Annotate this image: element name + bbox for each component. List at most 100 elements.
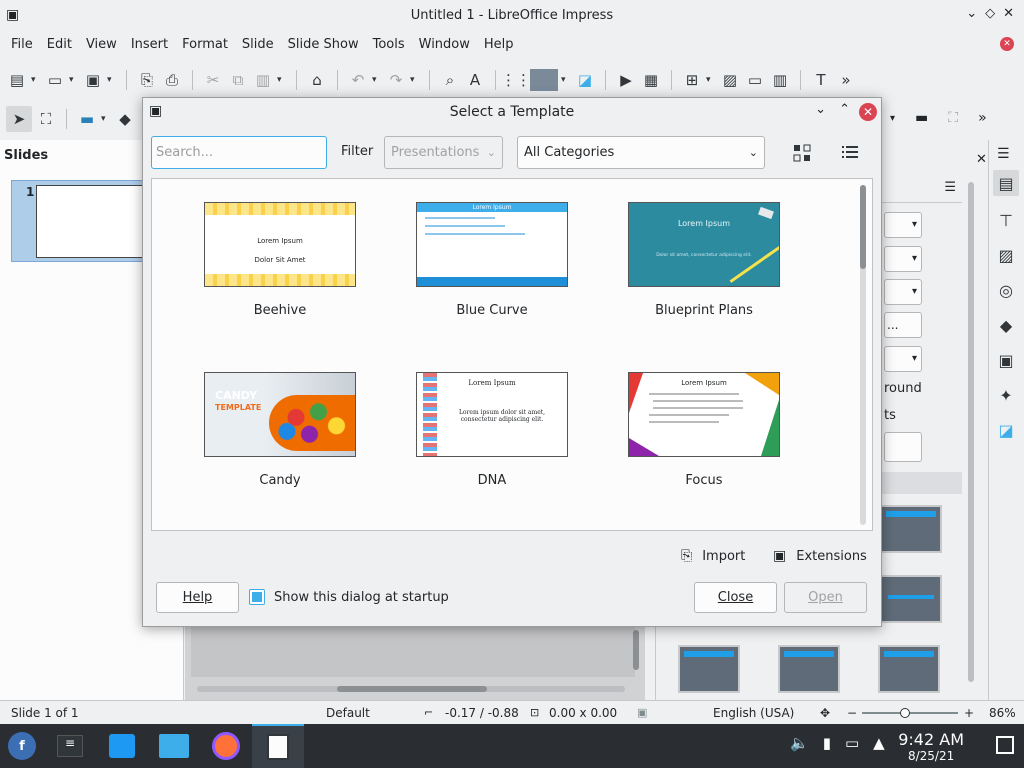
dialog-close-icon[interactable]: ✕	[859, 103, 877, 121]
template-beehive[interactable]: Lorem Ipsum Dolor Sit Amet Beehive	[204, 202, 356, 318]
dropdown-icon[interactable]: ▾	[890, 113, 895, 124]
menu-tools[interactable]: Tools	[366, 37, 412, 52]
impress-task-icon[interactable]	[252, 724, 304, 768]
spelling-icon[interactable]: A	[464, 69, 486, 91]
menu-insert[interactable]: Insert	[124, 37, 175, 52]
gallery-icon[interactable]: ▨	[995, 244, 1017, 266]
help-button[interactable]: Help	[156, 582, 239, 613]
table-icon[interactable]: ⊞	[681, 69, 703, 91]
save-status-icon: ▣	[637, 706, 648, 719]
properties-tab-icon[interactable]: ▤	[993, 170, 1019, 196]
filter-dropdown[interactable]: Presentations ⌄	[384, 136, 503, 169]
start-slideshow-icon[interactable]: ▶	[615, 69, 637, 91]
open-icon[interactable]: ▭	[44, 69, 66, 91]
zoom-out-icon[interactable]: −	[847, 706, 857, 720]
template-blueprint-plans[interactable]: Lorem Ipsum Dolor sit amet, consectetur …	[628, 202, 780, 318]
navigator-icon[interactable]: ◎	[995, 279, 1017, 301]
show-desktop-icon[interactable]	[996, 736, 1014, 754]
slide-layout-icon[interactable]	[530, 69, 558, 91]
export-pdf-icon[interactable]: ⎘	[136, 69, 158, 91]
window-title: Untitled 1 - LibreOffice Impress	[410, 7, 614, 23]
media-icon[interactable]: ▭	[744, 69, 766, 91]
settings-app-icon[interactable]: ≡	[44, 724, 96, 768]
list-view-icon[interactable]	[839, 142, 861, 164]
comment-tab-icon[interactable]: ◪	[995, 419, 1017, 441]
more-toolbar-icon[interactable]: »	[835, 69, 857, 91]
menu-help[interactable]: Help	[477, 37, 521, 52]
shadow-icon[interactable]: ▬	[915, 110, 928, 126]
fit-slide-icon[interactable]: ✥	[820, 706, 830, 720]
presenter-icon[interactable]: ▦	[640, 69, 662, 91]
files-app-icon[interactable]	[148, 724, 200, 768]
extensions-button[interactable]: ▣ Extensions	[773, 548, 867, 564]
crop-icon[interactable]: ⛶	[948, 110, 958, 126]
image-icon[interactable]: ▨	[719, 69, 741, 91]
template-blue-curve[interactable]: Lorem Ipsum Blue Curve	[416, 202, 568, 318]
network-icon[interactable]: ▭	[845, 734, 859, 752]
category-dropdown[interactable]: All Categories ⌄	[517, 136, 765, 169]
menu-file[interactable]: File	[4, 37, 40, 52]
slide-thumbnail[interactable]: 1	[11, 180, 151, 262]
discover-app-icon[interactable]	[96, 724, 148, 768]
import-button[interactable]: ⎘ Import	[681, 548, 745, 564]
template-name: Blueprint Plans	[655, 303, 753, 318]
dialog-maximize-icon[interactable]: ⌃	[839, 102, 850, 117]
startup-checkbox[interactable]	[249, 589, 265, 605]
sidebar-menu-icon[interactable]: ☰	[997, 146, 1010, 162]
template-candy[interactable]: CANDY TEMPLATE Candy	[204, 372, 356, 488]
line-color-icon[interactable]: ▬	[76, 108, 98, 130]
chart-icon[interactable]: ▥	[769, 69, 791, 91]
slide-transition-icon[interactable]: ⊤	[995, 209, 1017, 231]
usb-icon[interactable]: ▮	[823, 734, 831, 752]
menu-format[interactable]: Format	[175, 37, 235, 52]
find-icon[interactable]: ⌕	[439, 69, 461, 91]
launcher-icon[interactable]: f	[0, 724, 44, 768]
grid-icon[interactable]: ⋮⋮	[501, 69, 531, 91]
search-input[interactable]	[151, 136, 327, 169]
template-thumbnail: CANDY TEMPLATE	[204, 372, 356, 457]
comment-icon[interactable]: ◪	[574, 69, 596, 91]
new-icon[interactable]: ▤	[6, 69, 28, 91]
clock[interactable]: 9:42 AM 8/25/21	[898, 730, 964, 763]
styles-icon[interactable]: ◆	[995, 314, 1017, 336]
minimize-icon[interactable]: ⌄	[966, 6, 977, 21]
cut-icon[interactable]: ✂	[202, 69, 224, 91]
save-icon[interactable]: ▣	[82, 69, 104, 91]
template-focus[interactable]: Lorem Ipsum Focus	[628, 372, 780, 488]
fill-color-icon[interactable]: ◆	[114, 108, 136, 130]
keep-above-icon[interactable]: ◇	[985, 6, 995, 21]
undo-icon[interactable]: ↶	[347, 69, 369, 91]
redo-icon[interactable]: ↷	[385, 69, 407, 91]
open-button[interactable]: Open	[784, 582, 867, 613]
more-drawing-icon[interactable]: »	[978, 110, 987, 126]
animation-icon[interactable]: ✦	[995, 384, 1017, 406]
menu-view[interactable]: View	[79, 37, 124, 52]
zoom-slider[interactable]	[862, 708, 958, 718]
clone-formatting-icon[interactable]: ⌂	[306, 69, 328, 91]
zoom-in-icon[interactable]: +	[964, 706, 974, 720]
master-slides-icon[interactable]: ▣	[995, 349, 1017, 371]
thumbnail-view-icon[interactable]	[791, 142, 813, 164]
menu-slide[interactable]: Slide	[235, 37, 281, 52]
template-dna[interactable]: Lorem Ipsum Lorem ipsum dolor sit amet, …	[416, 372, 568, 488]
textbox-icon[interactable]: T	[810, 69, 832, 91]
menu-edit[interactable]: Edit	[40, 37, 79, 52]
firefox-app-icon[interactable]	[200, 724, 252, 768]
menu-window[interactable]: Window	[412, 37, 477, 52]
dialog-minimize-icon[interactable]: ⌄	[815, 102, 826, 117]
close-sidebar-icon[interactable]: ✕	[976, 152, 987, 167]
close-button[interactable]: Close	[694, 582, 777, 613]
menu-slideshow[interactable]: Slide Show	[281, 37, 366, 52]
volume-icon[interactable]: 🔈	[790, 734, 809, 752]
close-document-icon[interactable]: ✕	[1000, 37, 1014, 51]
zoom-pan-icon[interactable]: ⛶	[35, 108, 57, 130]
print-icon[interactable]: ⎙	[161, 69, 183, 91]
select-icon[interactable]: ➤	[6, 106, 32, 132]
close-window-icon[interactable]: ✕	[1003, 6, 1014, 21]
language[interactable]: English (USA)	[713, 706, 794, 720]
copy-icon[interactable]: ⧉	[227, 69, 249, 91]
grid-scrollbar[interactable]	[860, 185, 866, 525]
tray-expand-icon[interactable]: ▲	[873, 734, 885, 752]
zoom-level[interactable]: 86%	[989, 706, 1016, 720]
paste-icon[interactable]: ▥	[252, 69, 274, 91]
